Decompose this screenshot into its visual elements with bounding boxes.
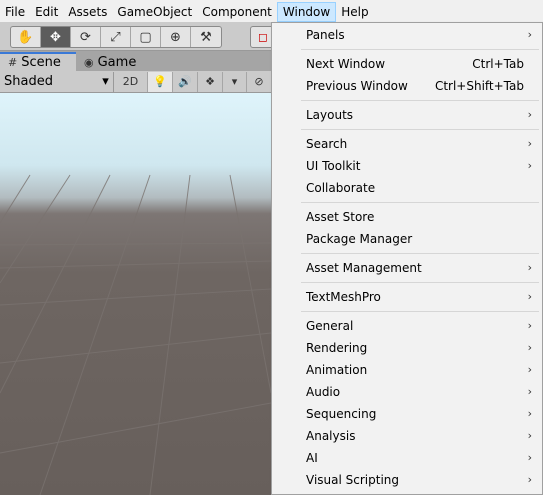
menu-item-rendering[interactable]: Rendering › [272, 337, 542, 359]
menu-item-sequencing[interactable]: Sequencing › [272, 403, 542, 425]
menu-item-collaborate[interactable]: Collaborate [272, 177, 542, 199]
scene-toolbar: Shaded ▾ 2D 💡 🔊 ❖ ▾ ⊘ [0, 71, 271, 93]
menu-item-label: Rendering [306, 341, 368, 355]
menu-separator [301, 129, 539, 130]
rect-tool-icon[interactable]: ▢ [131, 27, 161, 47]
chevron-right-icon: › [527, 341, 532, 354]
menu-component[interactable]: Component [197, 2, 277, 22]
menu-file[interactable]: File [0, 2, 30, 22]
chevron-down-icon: ▾ [102, 74, 109, 89]
shortcut-label: Ctrl+Tab [472, 57, 524, 71]
chevron-right-icon: › [527, 159, 532, 172]
menu-item-asset-store[interactable]: Asset Store [272, 206, 542, 228]
chevron-right-icon: › [527, 363, 532, 376]
tab-scene[interactable]: # Scene [0, 52, 76, 71]
menu-separator [301, 100, 539, 101]
ground-grid [0, 174, 271, 495]
shading-mode-dropdown[interactable]: Shaded ▾ [0, 71, 114, 92]
lighting-toggle-icon[interactable]: 💡 [148, 71, 174, 92]
menu-item-ai[interactable]: AI › [272, 447, 542, 469]
menu-item-label: Analysis [306, 429, 356, 443]
chevron-right-icon: › [527, 407, 532, 420]
menu-item-label: Previous Window [306, 79, 408, 93]
menu-window[interactable]: Window [276, 1, 337, 22]
menu-item-label: UI Toolkit [306, 159, 361, 173]
chevron-right-icon: › [527, 261, 532, 274]
move-tool-icon[interactable]: ✥ [41, 27, 71, 47]
window-menu-dropdown: Panels › Next Window Ctrl+Tab Previous W… [271, 22, 543, 495]
menu-item-next-window[interactable]: Next Window Ctrl+Tab [272, 53, 542, 75]
shading-mode-value: Shaded [4, 74, 53, 89]
menu-separator [301, 202, 539, 203]
gamepad-icon: ◉ [84, 55, 94, 69]
menu-bar: File Edit Assets GameObject Component Wi… [0, 0, 543, 22]
menu-item-general[interactable]: General › [272, 315, 542, 337]
menu-gameobject[interactable]: GameObject [112, 2, 197, 22]
menu-separator [301, 311, 539, 312]
chevron-right-icon: › [527, 108, 532, 121]
menu-item-label: AI [306, 451, 318, 465]
scale-tool-icon[interactable]: ⤢ [101, 27, 131, 47]
visibility-toggle-icon[interactable]: ⊘ [247, 72, 271, 92]
menu-item-label: Asset Management [306, 261, 422, 275]
hand-tool-icon[interactable]: ✋ [11, 27, 41, 47]
chevron-right-icon: › [527, 473, 532, 486]
audio-toggle-icon[interactable]: 🔊 [173, 71, 199, 92]
menu-item-label: Package Manager [306, 232, 413, 246]
menu-item-label: General [306, 319, 354, 333]
menu-item-visual-scripting[interactable]: Visual Scripting › [272, 469, 542, 491]
menu-item-asset-management[interactable]: Asset Management › [272, 257, 542, 279]
chevron-right-icon: › [527, 451, 532, 464]
transform-tools: ✋ ✥ ⟳ ⤢ ▢ ⊕ ⚒ [10, 26, 222, 48]
transform-tool-icon[interactable]: ⊕ [161, 27, 191, 47]
view-tab-bar: # Scene ◉ Game [0, 51, 271, 71]
menu-item-label: Search [306, 137, 348, 151]
chevron-right-icon: › [527, 290, 532, 303]
menu-separator [301, 282, 539, 283]
menu-item-analysis[interactable]: Analysis › [272, 425, 542, 447]
chevron-right-icon: › [527, 385, 532, 398]
chevron-right-icon: › [527, 137, 532, 150]
scene-viewport[interactable] [0, 93, 271, 495]
menu-item-package-manager[interactable]: Package Manager [272, 228, 542, 250]
tab-scene-label: Scene [21, 55, 61, 70]
menu-assets[interactable]: Assets [63, 2, 112, 22]
chevron-right-icon: › [527, 28, 532, 41]
menu-item-audio[interactable]: Audio › [272, 381, 542, 403]
chevron-right-icon: › [527, 429, 532, 442]
menu-item-label: Collaborate [306, 181, 376, 195]
main-toolbar: ✋ ✥ ⟳ ⤢ ▢ ⊕ ⚒ ◻ [0, 22, 276, 51]
menu-help[interactable]: Help [336, 2, 373, 22]
menu-item-panels[interactable]: Panels › [272, 24, 542, 46]
2d-toggle-button[interactable]: 2D [114, 71, 149, 92]
effects-dropdown-icon[interactable]: ▾ [223, 71, 247, 92]
menu-item-label: Audio [306, 385, 341, 399]
menu-item-label: Next Window [306, 57, 386, 71]
menu-separator [301, 253, 539, 254]
menu-item-animation[interactable]: Animation › [272, 359, 542, 381]
menu-item-layouts[interactable]: Layouts › [272, 104, 542, 126]
menu-item-label: Panels [306, 28, 345, 42]
menu-separator [301, 49, 539, 50]
menu-item-search[interactable]: Search › [272, 133, 542, 155]
menu-item-label: Sequencing [306, 407, 377, 421]
menu-edit[interactable]: Edit [30, 2, 63, 22]
tab-game[interactable]: ◉ Game [76, 53, 156, 71]
menu-item-label: Layouts [306, 108, 354, 122]
tab-game-label: Game [97, 54, 137, 70]
menu-item-previous-window[interactable]: Previous Window Ctrl+Shift+Tab [272, 75, 542, 97]
menu-item-ui-toolkit[interactable]: UI Toolkit › [272, 155, 542, 177]
menu-item-label: Visual Scripting [306, 473, 399, 487]
menu-item-label: TextMeshPro [306, 290, 381, 304]
shortcut-label: Ctrl+Shift+Tab [434, 79, 524, 93]
rotate-tool-icon[interactable]: ⟳ [71, 27, 101, 47]
menu-item-label: Animation [306, 363, 368, 377]
menu-item-label: Asset Store [306, 210, 375, 224]
menu-item-textmeshpro[interactable]: TextMeshPro › [272, 286, 542, 308]
custom-tool-icon[interactable]: ⚒ [191, 27, 221, 47]
chevron-right-icon: › [527, 319, 532, 332]
effects-toggle-icon[interactable]: ❖ [198, 71, 223, 92]
scene-grid-icon: # [8, 56, 18, 69]
